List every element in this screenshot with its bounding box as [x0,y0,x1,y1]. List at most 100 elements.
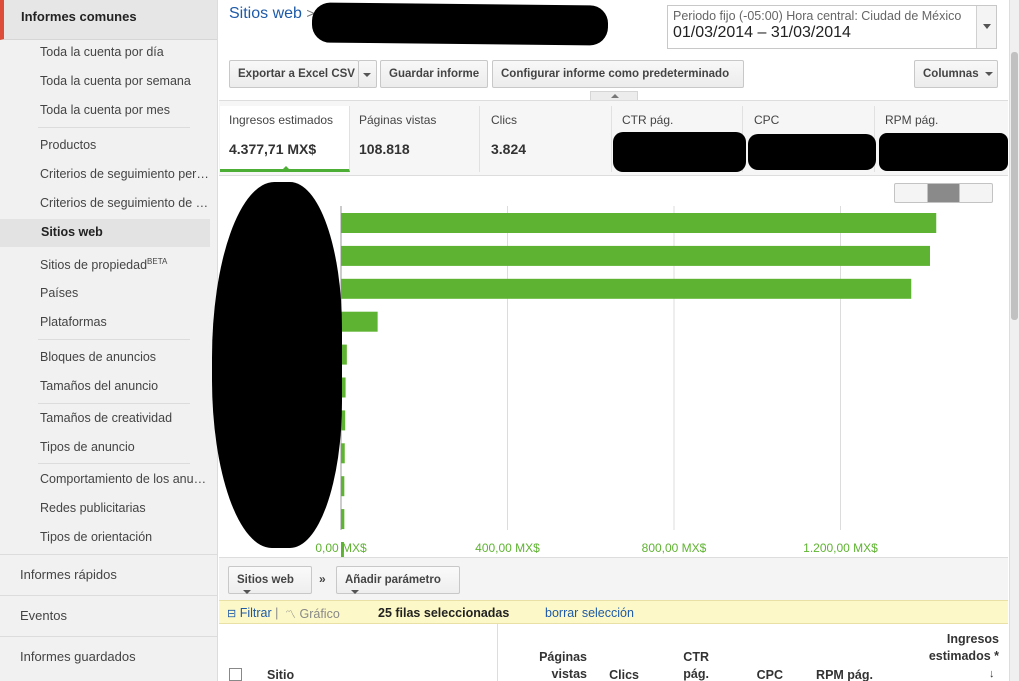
redacted-site-labels [212,182,342,548]
sidebar-divider [38,127,190,128]
graph-label: Gráfico [299,607,340,621]
filter-label: Filtrar [239,606,272,620]
x-tick-label: 400,00 MX$ [475,541,540,555]
sidebar-item-creative-sizes[interactable]: Tamaños de creatividad [0,405,210,433]
metric-label: Páginas vistas [359,113,437,127]
export-menu-button[interactable] [358,60,377,88]
dimension-dropdown[interactable]: Sitios web [228,566,312,594]
date-range-picker[interactable]: Periodo fijo (-05:00) Hora central: Ciud… [667,5,997,49]
breadcrumb-root[interactable]: Sitios web [229,5,302,22]
tab-estimated-revenue[interactable]: Ingresos estimados 4.377,71 MX$ [220,106,350,172]
bar[interactable] [341,278,912,299]
add-parameter-dropdown[interactable]: Añadir parámetro [336,566,460,594]
sidebar-item-platforms[interactable]: Plataformas [0,309,210,337]
column-divider [497,624,498,681]
column-header-rpm[interactable]: RPM pág. [807,667,873,681]
add-parameter-label: Añadir parámetro [345,574,441,586]
metric-label: CPC [754,113,780,127]
sidebar-item-custom-channels[interactable]: Criterios de seguimiento personalizados [0,161,210,189]
set-default-report-button[interactable]: Configurar informe como predeterminado [492,60,744,88]
x-tick-label: 1.200,00 MX$ [803,541,878,555]
sidebar-item-ad-units[interactable]: Bloques de anuncios [0,344,210,372]
chart-x-ticks: 0,00 MX$ 400,00 MX$ 800,00 MX$ 1.200,00 MX$ [315,541,878,555]
redacted-site-name [311,2,609,46]
bar[interactable] [341,245,930,266]
sidebar-item-ad-sizes[interactable]: Tamaños del anuncio [0,373,210,401]
dimension-label: Sitios web [237,574,294,586]
sidebar-item-targeting-types[interactable]: Tipos de orientación [0,524,210,552]
metric-label: Ingresos estimados [229,113,334,127]
columns-button[interactable]: Columnas [914,60,998,88]
metric-value: 3.824 [491,141,527,157]
sidebar: Informes comunes Toda la cuenta por día … [0,0,218,681]
column-header-clicks[interactable]: Clics [603,667,639,681]
chevron-down-icon [363,73,371,77]
column-header-pageviews[interactable]: Páginas vistas [519,649,587,681]
sidebar-section-saved-reports[interactable]: Informes guardados [0,636,218,676]
tab-pageviews[interactable]: Páginas vistas 108.818 [350,106,480,172]
dimension-bar: Sitios web » Añadir parámetro [219,557,1008,600]
metric-label: RPM pág. [885,113,939,127]
chevron-down-icon [243,589,251,594]
tab-clicks[interactable]: Clics 3.824 [482,106,612,172]
save-report-button[interactable]: Guardar informe [380,60,488,88]
sidebar-item-sites[interactable]: Sitios web [0,219,210,247]
column-header-cpc[interactable]: CPC [749,667,783,681]
column-header-ctr[interactable]: CTR pág. [665,649,709,681]
columns-label: Columnas [923,68,979,80]
column-header-revenue[interactable]: Ingresos estimados * [907,631,999,665]
sidebar-divider [38,403,190,404]
sidebar-item-daily[interactable]: Toda la cuenta por día [0,39,210,67]
redacted-rpm [879,133,1008,171]
redacted-ctr [613,132,746,172]
chevron-separator: » [319,572,326,586]
sidebar-header[interactable]: Informes comunes [0,0,217,40]
table-header: Sitio Páginas vistas Clics CTR pág. CPC … [219,624,1008,681]
bar[interactable] [341,311,378,332]
sidebar-section-quick-reports[interactable]: Informes rápidos [0,554,218,594]
sidebar-item-url-channels[interactable]: Criterios de seguimiento de URL [0,190,210,218]
sidebar-item-monthly[interactable]: Toda la cuenta por mes [0,97,210,125]
selected-rows-count: 25 filas seleccionadas [378,606,510,620]
filter-bar: ⊟ Filtrar | 〽 Gráfico 25 filas seleccion… [219,600,1008,624]
period-range: 01/03/2014 – 31/03/2014 [673,24,851,41]
x-tick-label: 0,00 MX$ [315,541,367,555]
graph-icon: 〽 [285,609,296,621]
filter-icon: ⊟ [227,608,237,620]
clear-selection-link[interactable]: borrar selección [545,606,634,620]
chart-bars [341,213,937,557]
export-csv-button[interactable]: Exportar a Excel CSV [229,60,359,88]
bar[interactable] [341,213,937,233]
redacted-cpc [748,134,876,170]
chevron-down-icon[interactable] [976,6,996,48]
sidebar-item-ad-types[interactable]: Tipos de anuncio [0,434,210,462]
metric-value: 108.818 [359,141,410,157]
bar[interactable] [341,443,345,464]
sidebar-item-countries[interactable]: Países [0,280,210,308]
chevron-down-icon [351,589,359,594]
sidebar-section-events[interactable]: Eventos [0,595,218,635]
x-tick-label: 800,00 MX$ [642,541,707,555]
graph-link[interactable]: 〽 Gráfico [285,606,340,622]
sidebar-item-ad-networks[interactable]: Redes publicitarias [0,495,210,523]
filter-link[interactable]: ⊟ Filtrar | [227,606,278,620]
chevron-down-icon [984,71,993,76]
column-header-site[interactable]: Sitio [267,667,294,681]
bar[interactable] [341,476,345,497]
metric-label: Clics [491,113,517,127]
select-all-checkbox[interactable] [229,668,242,681]
sidebar-item-products[interactable]: Productos [0,132,210,160]
scrollbar-thumb[interactable] [1011,52,1018,320]
sidebar-item-label: Sitios de propiedad [40,258,148,273]
bar[interactable] [341,509,345,530]
active-indicator [280,166,292,172]
scrollbar[interactable] [1009,0,1019,681]
breadcrumb: Sitios web > [229,5,315,23]
sidebar-item-ad-behavior[interactable]: Comportamiento de los anuncios [0,466,210,494]
sidebar-item-owned-sites[interactable]: Sitios de propiedadBETA [0,251,210,279]
metric-label: CTR pág. [622,113,674,127]
sidebar-divider [38,339,190,340]
sort-down-icon[interactable]: ↓ [989,668,995,680]
period-label: Periodo fijo (-05:00) Hora central: Ciud… [673,9,962,23]
sidebar-item-weekly[interactable]: Toda la cuenta por semana [0,68,210,96]
